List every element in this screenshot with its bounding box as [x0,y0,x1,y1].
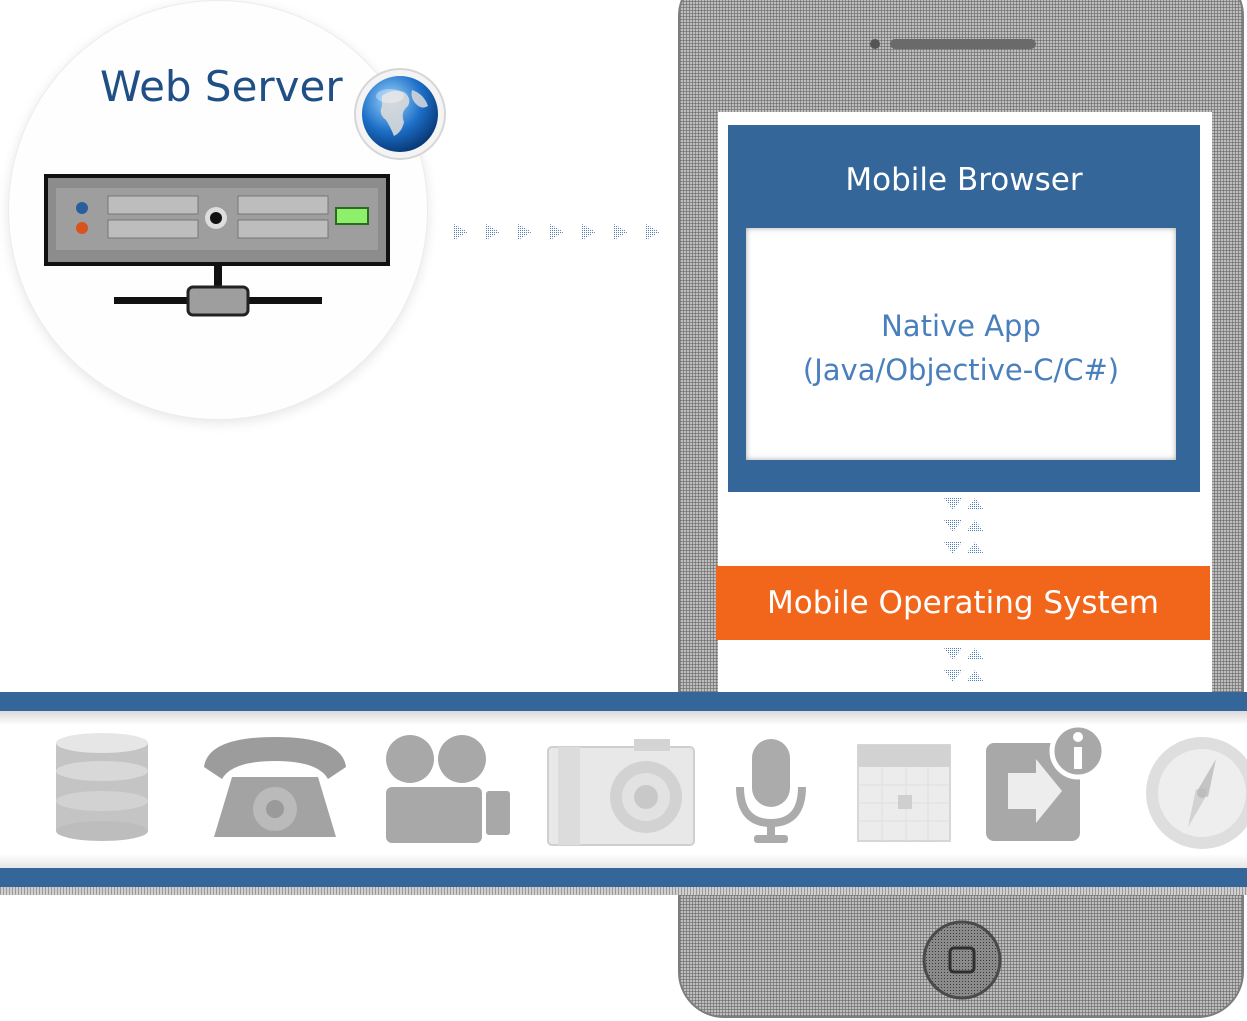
notification-icon [986,722,1107,841]
mobile-browser-label: Mobile Browser [845,162,1083,198]
right-arrow-icon [582,224,596,240]
database-icon [56,733,148,841]
native-app-label: Native App (Java/Objective-C/C#) [746,304,1176,392]
home-button-icon [922,920,1002,1000]
right-arrow-icon [614,224,628,240]
hardware-band-top [0,692,1247,711]
video-camera-icon [386,735,510,843]
network-stand-icon [114,262,322,317]
hardware-band-texture [0,887,1247,895]
native-app-title: Native App [881,309,1041,343]
mobile-os-label: Mobile Operating System [767,585,1159,621]
camera-icon [547,739,695,846]
phone-speaker-icon [870,39,1036,49]
right-arrow-icon [550,224,564,240]
right-arrow-icon [486,224,500,240]
globe-icon [354,68,446,160]
up-down-arrow-icon [944,648,984,682]
connector-arrows [454,224,660,240]
native-app-languages: (Java/Objective-C/C#) [802,353,1120,387]
telephone-icon [204,737,346,837]
web-server-title: Web Server [100,62,343,111]
right-arrow-icon [518,224,532,240]
right-arrow-icon [646,224,660,240]
up-down-arrow-icon [944,498,984,554]
calendar-icon [857,744,951,842]
right-arrow-icon [454,224,468,240]
hardware-band-bottom [0,868,1247,887]
compass-icon [1146,737,1247,849]
microphone-icon [736,739,806,843]
